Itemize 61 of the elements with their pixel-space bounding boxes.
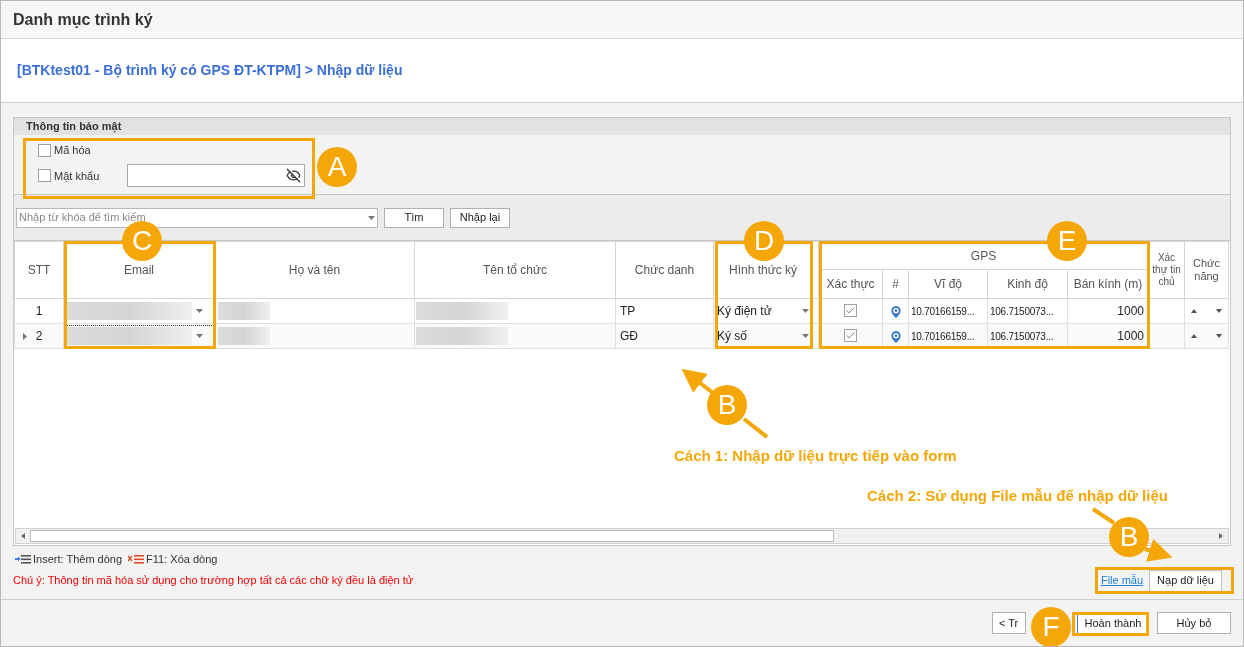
shortcut-hint: F11: Xóa dòng <box>146 552 218 567</box>
breadcrumb: [BTKtest01 - Bộ trình ký có GPS ĐT-KTPM] > Nhập dữ liệu <box>17 61 403 80</box>
annotation-caption: Cách 2: Sử dụng File mẫu để nhập dữ liệu <box>867 486 1168 506</box>
move-up-icon[interactable] <box>1191 334 1197 338</box>
column-header[interactable]: STT <box>27 263 51 277</box>
column-group-header[interactable]: GPS <box>970 248 997 263</box>
back-button[interactable]: < Tr <box>992 612 1026 634</box>
location-pin-icon[interactable] <box>887 328 904 345</box>
search-button[interactable]: Nhập lại <box>450 207 510 228</box>
move-down-icon[interactable] <box>1216 334 1222 338</box>
load-data-button[interactable]: Nạp dữ liệu <box>1149 569 1222 592</box>
template-file-link[interactable]: File mẫu <box>1090 572 1150 589</box>
annotation-arrow <box>681 368 715 395</box>
location-pin-icon[interactable] <box>887 303 904 320</box>
table-cell: 2 <box>14 323 64 349</box>
dropdown-caret-icon[interactable] <box>196 334 203 338</box>
checkbox-label: Mật khẩu <box>54 168 101 184</box>
cancel-button[interactable]: Hủy bỏ <box>1157 612 1231 634</box>
table-cell: TP <box>615 298 714 324</box>
move-down-icon[interactable] <box>1216 309 1222 313</box>
redacted-bar <box>218 327 270 345</box>
table-cell: GĐ <box>615 323 714 349</box>
column-header[interactable]: Hình thức ký <box>728 263 798 277</box>
table-cell: 106.7150073... <box>987 298 1068 324</box>
annotation-caption: Cách 1: Nhập dữ liệu trực tiếp vào form <box>674 446 957 466</box>
table-cell: 1 <box>14 298 64 324</box>
shortcut-hint: Insert: Thêm dòng <box>33 552 123 567</box>
window-title: Danh mục trình ký <box>13 9 153 30</box>
column-header[interactable]: Vĩ độ <box>934 277 962 291</box>
column-header[interactable]: Xác thự tin chủ <box>1148 241 1185 299</box>
warning-note: Chú ý: Thông tin mã hóa sử dụng cho trường hợp tất cả các chữ ký đều là điện tử <box>13 573 414 589</box>
dropdown-caret-icon[interactable] <box>196 309 203 313</box>
delete-row-icon <box>128 554 145 564</box>
table-cell: 10.70166159... <box>908 323 988 349</box>
dropdown-caret-icon[interactable] <box>368 215 375 220</box>
current-row-icon <box>23 333 27 340</box>
dropdown-caret-icon[interactable] <box>802 334 809 338</box>
move-up-icon[interactable] <box>1191 309 1197 313</box>
dropdown-caret-icon[interactable] <box>802 309 809 313</box>
annotation-arrow <box>1144 538 1173 562</box>
column-header[interactable]: # <box>892 277 899 291</box>
verified-checkbox[interactable] <box>844 304 857 317</box>
search-field[interactable]: Nhập từ khóa để tìm kiếm <box>16 207 378 228</box>
column-header[interactable]: Chức năng <box>1184 241 1229 299</box>
column-header[interactable]: Email <box>124 263 154 277</box>
column-header[interactable]: Họ và tên <box>288 263 341 277</box>
column-header[interactable]: Tên tổ chức <box>482 263 548 277</box>
table-cell: 10.70166159... <box>908 298 988 324</box>
password-field[interactable] <box>127 164 305 188</box>
insert-row-icon <box>15 554 31 564</box>
column-header[interactable]: Chức danh <box>634 263 695 277</box>
redacted-bar <box>218 302 270 320</box>
verified-checkbox[interactable] <box>844 329 857 342</box>
search-button[interactable]: Tìm <box>384 207 444 228</box>
password-checkbox[interactable] <box>38 169 51 183</box>
encrypt-checkbox[interactable] <box>38 143 51 157</box>
horizontal-scrollbar[interactable] <box>15 528 1229 544</box>
section-title: Thông tin bảo mật <box>26 119 122 135</box>
hide-password-icon[interactable] <box>286 168 301 184</box>
table-cell: 106.7150073... <box>987 323 1068 349</box>
checkbox-label: Mã hóa <box>54 142 91 158</box>
